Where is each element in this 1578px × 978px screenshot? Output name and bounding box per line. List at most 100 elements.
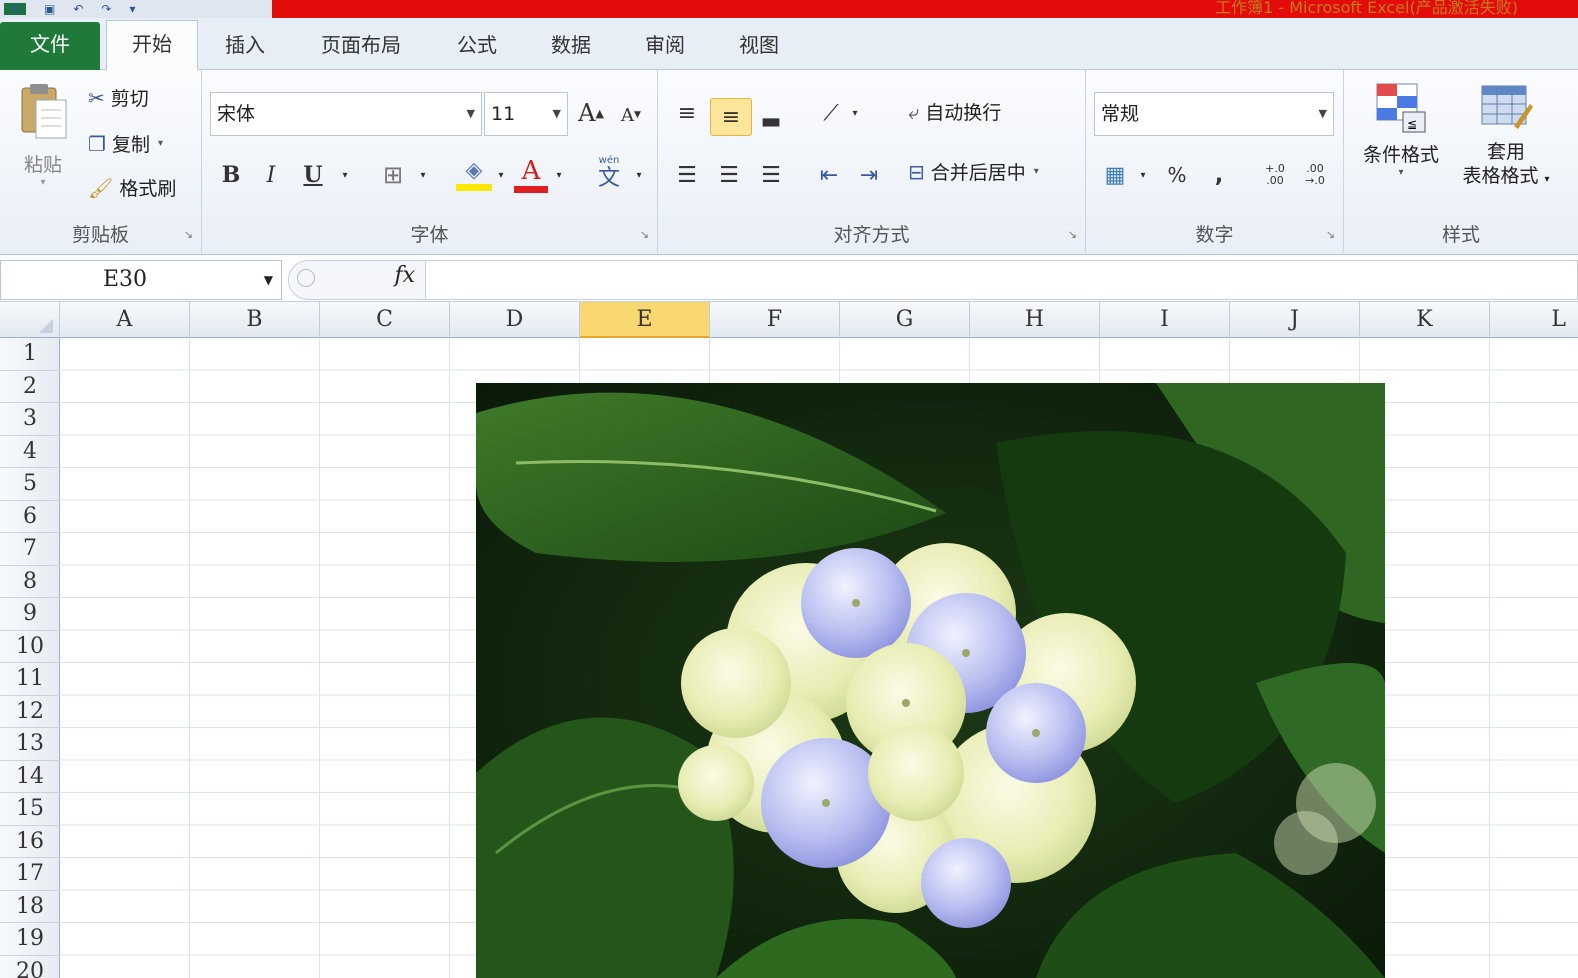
tab-view[interactable]: 视图 [726, 28, 792, 70]
increase-decimal-button[interactable]: +.0 .00 [1258, 158, 1292, 192]
row-header[interactable]: 11 [0, 663, 60, 696]
row-header[interactable]: 13 [0, 728, 60, 761]
align-left-icon[interactable]: ☰ [670, 158, 704, 192]
insert-function-icon[interactable]: fx [394, 263, 415, 288]
format-as-table-label-2: 表格格式 ▾ [1452, 164, 1560, 192]
tab-review[interactable]: 审阅 [632, 28, 698, 70]
accounting-dropdown-icon[interactable]: ▾ [1126, 158, 1160, 192]
paste-button[interactable]: 粘贴 ▾ [14, 80, 72, 188]
clipboard-launcher-icon[interactable]: ↘ [184, 228, 193, 241]
comma-button[interactable]: , [1202, 158, 1236, 192]
row-header[interactable]: 1 [0, 338, 60, 371]
orientation-dropdown-icon[interactable]: ▾ [838, 96, 872, 130]
alignment-launcher-icon[interactable]: ↘ [1068, 228, 1077, 241]
row-header[interactable]: 3 [0, 403, 60, 436]
styles-group-label: 样式 [1441, 224, 1480, 246]
merge-center-button[interactable]: ⊟ 合并后居中 ▾ [908, 158, 1039, 185]
column-header-e[interactable]: E [580, 302, 710, 338]
align-top-icon[interactable]: ≡ [670, 96, 704, 130]
font-launcher-icon[interactable]: ↘ [640, 228, 649, 241]
inserted-picture[interactable] [476, 383, 1385, 978]
font-name-select[interactable]: 宋体 ▼ [210, 92, 482, 136]
bold-button[interactable]: B [214, 158, 248, 192]
row-header[interactable]: 8 [0, 566, 60, 598]
row-header[interactable]: 19 [0, 923, 60, 956]
name-box[interactable]: E30 ▼ [0, 260, 282, 300]
customize-icon[interactable]: ▾ [129, 3, 135, 15]
expand-icon[interactable] [297, 269, 315, 287]
column-header-a[interactable]: A [60, 302, 190, 338]
align-bottom-icon[interactable]: ▬ [754, 104, 788, 138]
italic-button[interactable]: I [254, 158, 288, 192]
row-header[interactable]: 7 [0, 533, 60, 566]
number-launcher-icon[interactable]: ↘ [1326, 228, 1335, 241]
font-size-select[interactable]: 11 ▼ [484, 92, 568, 136]
column-header-i[interactable]: I [1100, 302, 1230, 338]
excel-logo-icon[interactable]: X [4, 3, 26, 15]
row-header[interactable]: 2 [0, 371, 60, 403]
column-header-l[interactable]: L [1490, 302, 1578, 338]
row-header[interactable]: 10 [0, 631, 60, 663]
select-all-button[interactable] [0, 302, 60, 338]
underline-button[interactable]: U [296, 158, 330, 192]
row-header[interactable]: 12 [0, 696, 60, 728]
copy-button[interactable]: ❐ 复制 ▾ [88, 130, 163, 157]
row-header[interactable]: 16 [0, 826, 60, 858]
tab-insert[interactable]: 插入 [212, 28, 278, 70]
decrease-decimal-button[interactable]: .00 →.0 [1298, 158, 1332, 192]
tab-page-layout[interactable]: 页面布局 [306, 28, 416, 70]
tab-file[interactable]: 文件 [0, 22, 100, 70]
shrink-font-button[interactable]: A ▼ [614, 98, 648, 132]
chevron-down-icon[interactable]: ▼ [264, 261, 273, 299]
fill-dropdown-icon[interactable]: ▾ [484, 158, 518, 192]
redo-icon[interactable]: ↷ [101, 3, 111, 15]
align-middle-icon[interactable]: ≡ [710, 98, 752, 136]
copy-dropdown-icon[interactable]: ▾ [158, 138, 163, 149]
conditional-format-button[interactable]: ≦ 条件格式 ▾ [1352, 80, 1450, 178]
row-header[interactable]: 17 [0, 858, 60, 891]
row-header[interactable]: 14 [0, 761, 60, 793]
grow-font-button[interactable]: A ▲ [574, 96, 608, 130]
cut-button[interactable]: ✂ 剪切 [88, 84, 149, 111]
row-header[interactable]: 4 [0, 436, 60, 468]
number-format-select[interactable]: 常规 ▼ [1094, 92, 1334, 136]
column-header-f[interactable]: F [710, 302, 840, 338]
tab-home[interactable]: 开始 [106, 20, 198, 71]
column-header-h[interactable]: H [970, 302, 1100, 338]
font-color-dropdown-icon[interactable]: ▾ [542, 158, 576, 192]
column-header-b[interactable]: B [190, 302, 320, 338]
merge-dropdown-icon[interactable]: ▾ [1034, 166, 1039, 177]
format-as-table-button[interactable]: 套用 表格格式 ▾ [1452, 80, 1560, 192]
row-header[interactable]: 20 [0, 956, 60, 978]
column-header-k[interactable]: K [1360, 302, 1490, 338]
row-header[interactable]: 5 [0, 468, 60, 501]
row-header[interactable]: 6 [0, 501, 60, 533]
column-header-c[interactable]: C [320, 302, 450, 338]
paste-dropdown-icon[interactable]: ▾ [14, 177, 72, 188]
undo-icon[interactable]: ↶ [73, 3, 83, 15]
align-right-icon[interactable]: ☰ [754, 158, 788, 192]
phonetic-dropdown-icon[interactable]: ▾ [622, 158, 656, 192]
row-header[interactable]: 18 [0, 891, 60, 923]
column-header-g[interactable]: G [840, 302, 970, 338]
percent-button[interactable]: % [1160, 158, 1194, 192]
increase-indent-icon[interactable]: ⇥ [852, 158, 886, 192]
save-icon[interactable]: ▣ [44, 3, 55, 15]
phonetic-button[interactable]: wén 文 [592, 156, 626, 196]
column-header-d[interactable]: D [450, 302, 580, 338]
underline-dropdown-icon[interactable]: ▾ [328, 158, 362, 192]
formula-input[interactable] [426, 260, 1578, 300]
align-center-icon[interactable]: ☰ [712, 158, 746, 192]
svg-text:≦: ≦ [1407, 117, 1417, 131]
tab-formulas[interactable]: 公式 [444, 28, 510, 70]
column-header-j[interactable]: J [1230, 302, 1360, 338]
decrease-indent-icon[interactable]: ⇤ [812, 158, 846, 192]
shrink-font-icon: A [621, 104, 635, 126]
wrap-text-button[interactable]: ⤶ 自动换行 [908, 98, 1001, 125]
tab-data[interactable]: 数据 [538, 28, 604, 70]
format-painter-button[interactable]: 🖌 格式刷 [88, 174, 176, 201]
borders-icon[interactable]: ⊞ [376, 158, 410, 192]
row-header[interactable]: 9 [0, 598, 60, 631]
borders-dropdown-icon[interactable]: ▾ [406, 158, 440, 192]
row-header[interactable]: 15 [0, 793, 60, 826]
